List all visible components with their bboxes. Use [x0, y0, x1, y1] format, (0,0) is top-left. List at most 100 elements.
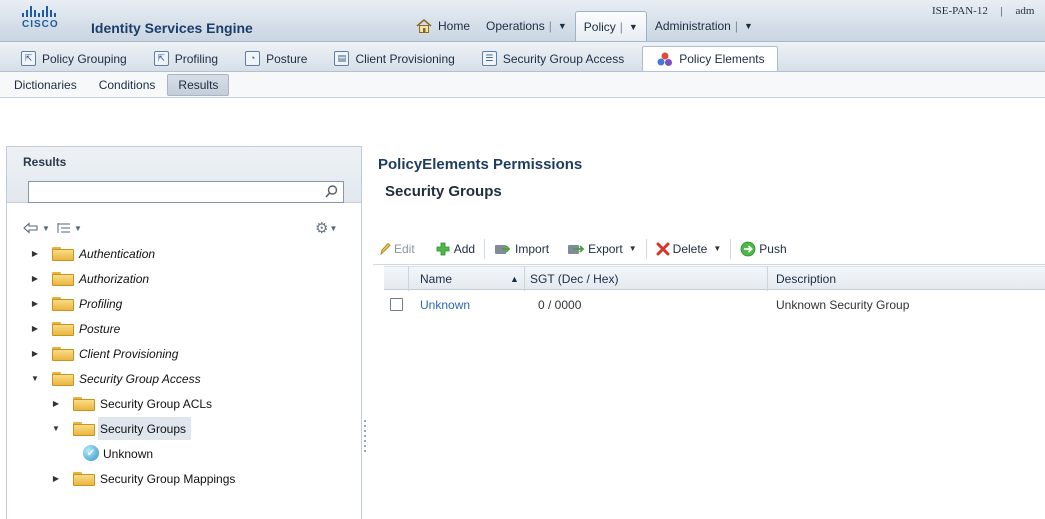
tree-expand-icon[interactable]: ▶	[51, 399, 61, 408]
folder-icon	[52, 247, 74, 261]
tab-client-provisioning[interactable]: ▤ Client Provisioning	[325, 46, 463, 71]
table-row[interactable]: Unknown 0 / 0000 Unknown Security Group	[384, 292, 1045, 318]
home-icon	[416, 19, 432, 33]
app-header: CISCO Identity Services Engine Home Oper…	[0, 0, 1045, 42]
tree-item-label-wrap: Authentication	[77, 242, 160, 265]
tree-search-input[interactable]	[28, 181, 344, 203]
search-icon[interactable]	[324, 184, 339, 199]
nav-operations[interactable]: Operations | ▼	[478, 11, 575, 41]
nav-policy-label: Policy	[583, 19, 616, 34]
delete-button[interactable]: Delete ▼	[650, 237, 728, 261]
tree-item[interactable]: ▶ Client Provisioning	[7, 341, 361, 366]
section-title: Security Groups	[385, 183, 502, 200]
user-name[interactable]: adm	[1016, 5, 1035, 17]
product-name: Identity Services Engine	[91, 20, 253, 36]
add-button[interactable]: Add	[429, 237, 481, 261]
folder-icon	[73, 472, 95, 486]
tree-item[interactable]: ▼ Security Group Access	[7, 366, 361, 391]
tree-item[interactable]: ▶ Profiling	[7, 291, 361, 316]
tree-item-label-wrap: Profiling	[77, 292, 127, 315]
column-divider	[524, 267, 525, 291]
import-button[interactable]: Import	[488, 237, 555, 261]
tree-item-label: Authentication	[79, 246, 156, 261]
tree-expand-icon[interactable]: ▶	[30, 249, 40, 258]
subtab-conditions[interactable]: Conditions	[89, 74, 166, 96]
tree-expand-icon[interactable]: ▶	[30, 349, 40, 358]
column-header-description[interactable]: Description	[776, 267, 836, 291]
tree-item-label-wrap: Posture	[77, 317, 125, 340]
tab-policy-elements[interactable]: Policy Elements	[642, 46, 778, 71]
nav-separator: |	[734, 19, 738, 33]
chevron-down-icon: ▼	[743, 21, 753, 31]
tab-policy-grouping[interactable]: ⇱ Policy Grouping	[12, 46, 136, 71]
import-label: Import	[515, 241, 550, 256]
cell-name-link[interactable]: Unknown	[420, 292, 470, 318]
tab-label: Security Group Access	[502, 51, 625, 66]
nav-administration[interactable]: Administration | ▼	[647, 11, 761, 41]
tab-posture[interactable]: ◔ Posture	[236, 46, 316, 71]
column-divider	[408, 267, 409, 291]
tree-view-options-button[interactable]: ▼	[57, 219, 82, 237]
tree-item-label: Unknown	[103, 446, 154, 461]
subtab-results[interactable]: Results	[167, 73, 230, 96]
sort-ascending-icon[interactable]: ▲	[510, 267, 519, 291]
results-panel: Results ▼ ▼ ⚙ ▼ ▶ Authentication ▶ Authoriz…	[6, 146, 362, 519]
sub-tab-bar: Dictionaries Conditions Results	[0, 72, 1045, 98]
folder-icon	[73, 397, 95, 411]
page-title: PolicyElements Permissions	[378, 156, 583, 173]
row-checkbox[interactable]	[390, 298, 403, 311]
nav-home[interactable]: Home	[408, 11, 478, 41]
folder-icon	[73, 422, 95, 436]
folder-icon	[52, 322, 74, 336]
tab-label: Posture	[266, 51, 308, 66]
posture-icon: ◔	[245, 51, 261, 66]
chevron-down-icon: ▼	[713, 244, 722, 253]
tree-item[interactable]: ✔ Unknown	[7, 441, 361, 466]
tab-profiling[interactable]: ⇱ Profiling	[145, 46, 227, 71]
nav-administration-label: Administration	[654, 19, 731, 33]
tab-label: Profiling	[174, 51, 219, 66]
policy-elements-icon	[657, 52, 673, 66]
tree-settings-button[interactable]: ⚙ ▼	[315, 219, 337, 237]
chevron-down-icon: ▼	[628, 244, 637, 253]
add-label: Add	[453, 241, 476, 256]
column-header-sgt[interactable]: SGT (Dec / Hex)	[530, 267, 618, 291]
chevron-down-icon: ▼	[628, 21, 638, 32]
session-info: ISE-PAN-12 | adm	[932, 5, 1034, 17]
tree-item-label-wrap: Authorization	[77, 267, 154, 290]
tree-item[interactable]: ▼ Security Groups	[7, 416, 361, 441]
toolbar-separator	[730, 238, 732, 259]
chevron-down-icon: ▼	[557, 21, 567, 31]
tree-expand-icon[interactable]: ▶	[30, 324, 40, 333]
action-toolbar: Edit Add Import Export ▼ Delete ▼ Push	[373, 233, 1045, 265]
panel-splitter-handle[interactable]	[363, 420, 367, 460]
session-separator: |	[1000, 5, 1003, 17]
tree-item[interactable]: ▶ Authentication	[7, 241, 361, 266]
tree-item[interactable]: ▶ Security Group Mappings	[7, 466, 361, 491]
tree-expand-icon[interactable]: ▶	[30, 274, 40, 283]
delete-label: Delete	[672, 241, 708, 256]
tree-collapse-icon[interactable]: ▼	[30, 374, 40, 383]
edit-button[interactable]: Edit	[373, 237, 421, 261]
subtab-dictionaries[interactable]: Dictionaries	[4, 74, 87, 96]
push-button[interactable]: Push	[734, 237, 792, 261]
chevron-down-icon: ▼	[42, 223, 50, 233]
nav-policy[interactable]: Policy | ▼	[574, 11, 647, 41]
tree-item[interactable]: ▶ Authorization	[7, 266, 361, 291]
chevron-down-icon: ▼	[329, 223, 338, 233]
delete-icon	[656, 242, 670, 256]
tree-expand-icon[interactable]: ▶	[51, 474, 61, 483]
tree-item-label: Security Group ACLs	[100, 396, 213, 411]
tree-item[interactable]: ▶ Posture	[7, 316, 361, 341]
cisco-logo-bars	[22, 6, 82, 17]
export-button[interactable]: Export ▼	[561, 237, 643, 261]
tab-security-group-access[interactable]: ☰ Security Group Access	[473, 46, 633, 71]
tree-list-icon	[57, 223, 70, 233]
tree-back-button[interactable]: ▼	[23, 219, 50, 237]
tree-collapse-icon[interactable]: ▼	[51, 424, 61, 433]
column-header-name[interactable]: Name	[420, 267, 452, 291]
tree-expand-icon[interactable]: ▶	[30, 299, 40, 308]
tree-item-label: Client Provisioning	[79, 346, 179, 361]
tree-item[interactable]: ▶ Security Group ACLs	[7, 391, 361, 416]
profiling-icon: ⇱	[153, 51, 169, 66]
